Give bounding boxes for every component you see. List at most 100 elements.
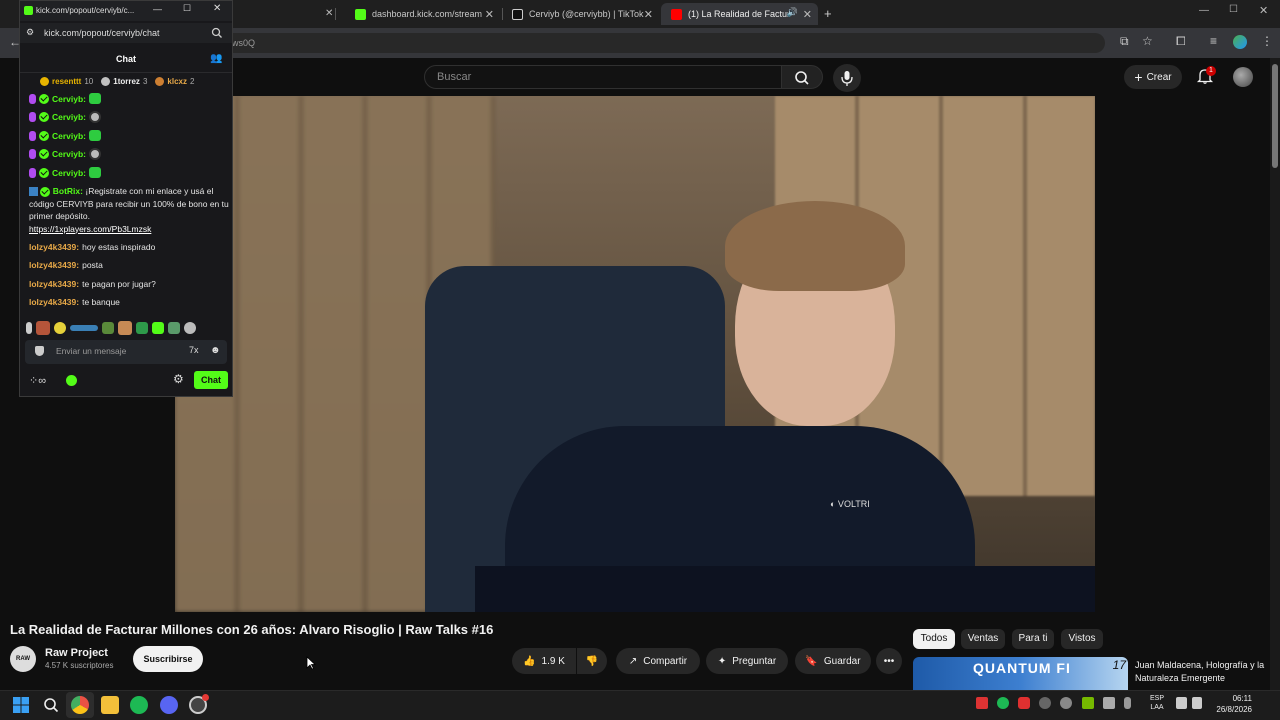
scrollbar-thumb[interactable] [1272, 64, 1278, 168]
maximize-icon[interactable]: ☐ [1229, 4, 1238, 15]
media-icon[interactable]: ≡ [1210, 34, 1217, 48]
leaderboard-item[interactable]: resenttt 10 [40, 77, 93, 86]
chat-send-button[interactable]: Chat [194, 371, 228, 389]
bot-link[interactable]: https://1xplayers.com/Pb3Lmzsk [29, 224, 151, 234]
extensions-icon[interactable]: ⧠ [1176, 34, 1186, 49]
chat-username[interactable]: lolzy4k3439: [29, 260, 79, 270]
recommendation-title[interactable]: Juan Maldacena, Holografía y la Naturale… [1135, 659, 1265, 689]
emote-icon[interactable] [26, 322, 32, 334]
maximize-icon[interactable]: ☐ [183, 3, 191, 14]
tab-kick-dashboard[interactable]: dashboard.kick.com/stream ✕ [345, 3, 500, 25]
create-button[interactable]: + Crear [1124, 65, 1182, 89]
tray-app-icon[interactable] [1103, 697, 1115, 709]
translate-icon[interactable]: 7x [189, 345, 199, 355]
emote-icon[interactable] [36, 321, 50, 335]
voice-search-button[interactable] [833, 64, 861, 92]
channel-avatar[interactable]: RAW [10, 646, 36, 672]
emote-icon[interactable] [118, 321, 132, 335]
minimize-icon[interactable]: — [1199, 5, 1209, 16]
emote-icon[interactable] [54, 322, 66, 334]
skull-emote-icon[interactable] [184, 322, 196, 334]
spotify-icon[interactable] [130, 696, 148, 714]
kicks-icon[interactable]: ⁘∞ [29, 374, 46, 387]
speaker-icon[interactable]: 🔊 [787, 7, 798, 18]
more-actions-button[interactable]: ••• [876, 648, 902, 674]
network-icon[interactable] [1176, 697, 1187, 709]
chat-username[interactable]: Cerviyb: [52, 149, 86, 159]
dislike-button[interactable]: 👎 [577, 648, 607, 674]
emoji-icon[interactable]: ☻ [210, 345, 221, 356]
close-icon[interactable]: ✕ [213, 3, 221, 14]
close-icon[interactable]: ✕ [644, 8, 653, 21]
channel-name[interactable]: Raw Project [45, 647, 108, 659]
search-placeholder: Buscar [437, 71, 472, 83]
site-info-icon[interactable]: ⚙ [26, 27, 34, 38]
emote-icon[interactable] [102, 322, 114, 334]
clock-time[interactable]: 06:11 [1222, 694, 1252, 703]
subscribe-button[interactable]: Suscribirse [133, 646, 203, 672]
close-icon[interactable]: ✕ [485, 8, 494, 21]
chat-username[interactable]: lolzy4k3439: [29, 297, 79, 307]
chat-username[interactable]: lolzy4k3439: [29, 279, 79, 289]
like-button[interactable]: 👍 1.9 K [512, 648, 576, 674]
minimize-icon[interactable]: — [153, 4, 162, 14]
bot-username[interactable]: BotRix: [53, 186, 83, 196]
ask-button[interactable]: ✦ Preguntar [706, 648, 788, 674]
account-avatar[interactable] [1233, 67, 1253, 87]
video-player[interactable]: ◐ VOLTRI [175, 96, 1095, 612]
close-icon[interactable]: ✕ [325, 8, 333, 19]
kick-logo-icon[interactable] [66, 375, 77, 386]
bookmark-star-icon[interactable]: ☆ [1142, 34, 1153, 48]
share-button[interactable]: ↗ Compartir [616, 648, 700, 674]
menu-kebab-icon[interactable]: ⋮ [1261, 34, 1273, 48]
volume-icon[interactable] [1192, 697, 1202, 709]
tray-record-icon[interactable] [1018, 697, 1030, 709]
chat-username[interactable]: Cerviyb: [52, 94, 86, 104]
cast-icon[interactable]: ⧉ [1120, 34, 1129, 49]
search-icon[interactable] [211, 27, 223, 39]
chat-username[interactable]: Cerviyb: [52, 168, 86, 178]
tray-nvidia-icon[interactable] [1082, 697, 1094, 709]
language-indicator[interactable]: ESP LAA [1148, 694, 1166, 712]
settings-gear-icon[interactable]: ⚙ [173, 372, 184, 386]
chip-para-ti[interactable]: Para ti [1012, 629, 1054, 649]
leaderboard-item[interactable]: 1torrez 3 [101, 77, 147, 86]
omnibox[interactable]: dws0Q [215, 33, 1105, 53]
search-input[interactable]: Buscar [424, 65, 782, 89]
discord-icon[interactable] [160, 696, 178, 714]
chip-ventas[interactable]: Ventas [961, 629, 1005, 649]
search-button[interactable] [781, 65, 823, 89]
new-tab-button[interactable]: + [824, 6, 832, 21]
clock-date[interactable]: 26/8/2026 [1208, 705, 1252, 714]
windows-start-icon[interactable] [12, 696, 30, 714]
tray-download-icon[interactable] [976, 697, 988, 709]
chat-username[interactable]: lolzy4k3439: [29, 242, 79, 252]
recommendation-thumbnail[interactable]: QUANTUM FI 17 [913, 657, 1128, 690]
tray-spotify-icon[interactable] [997, 697, 1009, 709]
chip-todos[interactable]: Todos [913, 629, 955, 649]
emote-icon[interactable] [136, 322, 148, 334]
close-window-icon[interactable]: ✕ [1259, 4, 1268, 17]
tray-mic-icon[interactable] [1124, 697, 1131, 709]
users-icon[interactable]: 👥 [210, 53, 222, 64]
tab-tiktok[interactable]: Cerviyb (@cerviybb) | TikTok ✕ [502, 3, 659, 25]
chat-username[interactable]: Cerviyb: [52, 131, 86, 141]
leader-name: klcxz [167, 77, 187, 86]
emote-icon[interactable] [168, 322, 180, 334]
profile-icon[interactable] [1233, 35, 1247, 49]
close-icon[interactable]: ✕ [803, 8, 812, 21]
tray-app-icon[interactable] [1039, 697, 1051, 709]
tray-app-icon[interactable] [1060, 697, 1072, 709]
leader-name: resenttt [52, 77, 82, 86]
leaderboard-item[interactable]: klcxz 2 [155, 77, 194, 86]
search-icon[interactable] [42, 696, 60, 714]
tab-youtube[interactable]: (1) La Realidad de Facturar M... 🔊 ✕ [661, 3, 818, 25]
chip-vistos[interactable]: Vistos [1061, 629, 1103, 649]
kick-icon [355, 8, 366, 20]
chat-input[interactable]: Enviar un mensaje 7x ☻ [25, 340, 227, 364]
chat-username[interactable]: Cerviyb: [52, 112, 86, 122]
file-explorer-icon[interactable] [101, 696, 119, 714]
emote-icon[interactable] [152, 322, 164, 334]
emote-icon[interactable] [70, 325, 98, 331]
save-button[interactable]: 🔖 Guardar [795, 648, 871, 674]
